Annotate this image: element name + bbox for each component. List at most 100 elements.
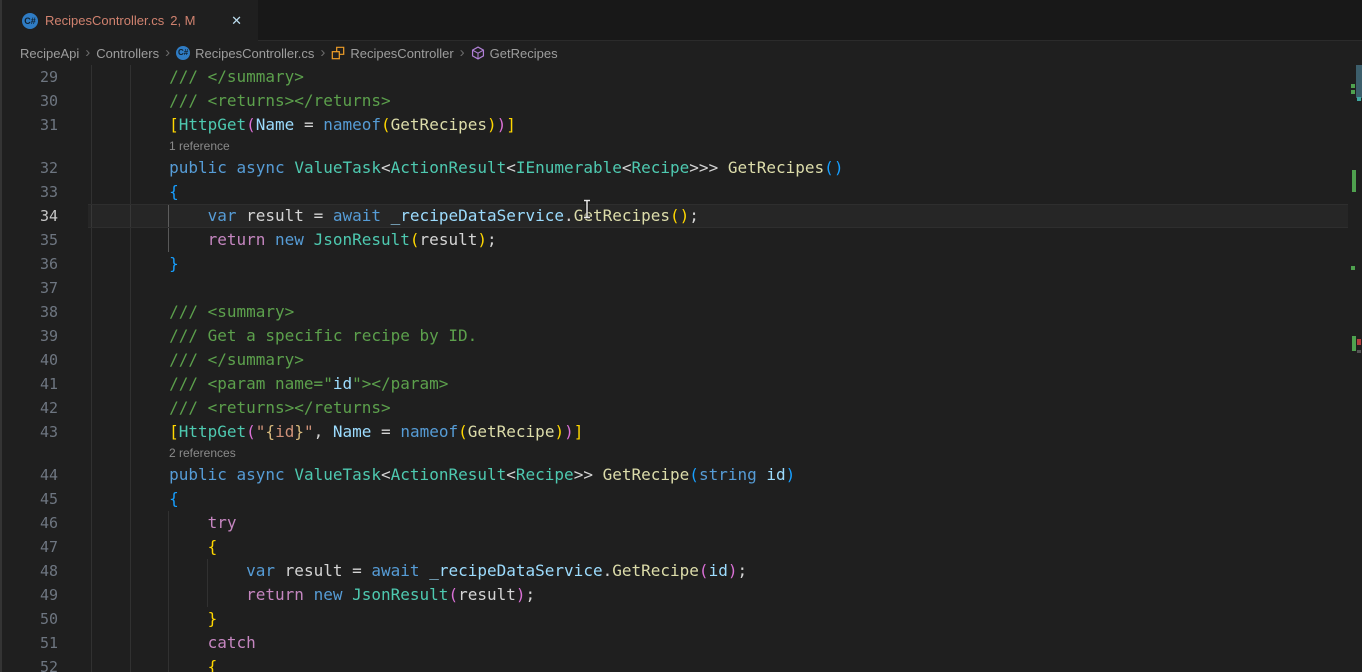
code-line[interactable]: 50 } [0,607,1348,631]
code-text[interactable]: /// <returns></returns> [92,89,391,113]
breadcrumb-file-label: RecipesController.cs [195,46,314,61]
line-number[interactable]: 49 [0,583,58,607]
line-number[interactable]: 46 [0,511,58,535]
csharp-file-icon: C# [22,13,38,29]
code-text[interactable]: public async ValueTask<ActionResult<IEnu… [92,156,843,180]
code-text[interactable]: { [92,535,217,559]
chevron-right-icon: › [165,44,170,61]
code-line[interactable]: 40 /// </summary> [0,348,1348,372]
editor[interactable]: 29 /// </summary>30 /// <returns></retur… [0,65,1362,672]
code-text[interactable]: /// Get a specific recipe by ID. [92,324,477,348]
code-line[interactable]: 35 return new JsonResult(result); [0,228,1348,252]
line-number[interactable]: 51 [0,631,58,655]
breadcrumb-item-class[interactable]: RecipesController [331,46,453,61]
code-text[interactable]: /// <summary> [92,300,294,324]
line-number[interactable]: 42 [0,396,58,420]
code-text[interactable]: [HttpGet(Name = nameof(GetRecipes))] [92,113,516,137]
line-number[interactable]: 38 [0,300,58,324]
csharp-file-icon: C# [176,46,190,60]
code-text[interactable]: { [92,487,179,511]
code-line[interactable]: 49 return new JsonResult(result); [0,583,1348,607]
code-text[interactable]: /// <returns></returns> [92,396,391,420]
code-line[interactable]: 30 /// <returns></returns> [0,89,1348,113]
code-text[interactable]: catch [92,631,256,655]
line-number[interactable]: 45 [0,487,58,511]
line-number[interactable]: 43 [0,420,58,444]
code-line[interactable]: 42 /// <returns></returns> [0,396,1348,420]
code-text[interactable]: /// </summary> [92,65,304,89]
close-icon[interactable]: ✕ [227,11,246,31]
code-line[interactable]: 41 /// <param name="id"></param> [0,372,1348,396]
line-number[interactable]: 36 [0,252,58,276]
line-number[interactable]: 50 [0,607,58,631]
code-text[interactable]: } [92,252,179,276]
code-line[interactable]: 46 try [0,511,1348,535]
line-number[interactable]: 41 [0,372,58,396]
line-number[interactable]: 33 [0,180,58,204]
code-line[interactable]: 36 } [0,252,1348,276]
code-line[interactable]: 29 /// </summary> [0,65,1348,89]
line-number[interactable]: 37 [0,276,58,300]
breadcrumb-item-recipeapi[interactable]: RecipeApi [20,46,79,61]
code-text[interactable]: return new JsonResult(result); [92,228,497,252]
line-number[interactable]: 32 [0,156,58,180]
code-line[interactable]: 43 [HttpGet("{id}", Name = nameof(GetRec… [0,420,1348,444]
line-number[interactable]: 48 [0,559,58,583]
breadcrumb-class-label: RecipesController [350,46,453,61]
code-line[interactable]: 32 public async ValueTask<ActionResult<I… [0,156,1348,180]
tab-bar: C# RecipesController.cs 2, M ✕ [0,0,1362,41]
line-number[interactable]: 35 [0,228,58,252]
code-line[interactable]: 37 [0,276,1348,300]
code-text[interactable]: /// </summary> [92,348,304,372]
code-line[interactable]: 34 var result = await _recipeDataService… [0,204,1348,228]
change-mark [1351,84,1355,88]
code-line[interactable]: 48 var result = await _recipeDataService… [0,559,1348,583]
line-number[interactable]: 47 [0,535,58,559]
window-left-edge [0,0,2,672]
code-line[interactable]: 39 /// Get a specific recipe by ID. [0,324,1348,348]
line-number[interactable]: 29 [0,65,58,89]
breadcrumb-item-file[interactable]: C# RecipesController.cs [176,46,314,61]
cursor-mark [1357,97,1361,101]
breadcrumb-item-method[interactable]: GetRecipes [471,46,558,61]
code-line[interactable]: 31 [HttpGet(Name = nameof(GetRecipes))] [0,113,1348,137]
line-number[interactable]: 30 [0,89,58,113]
line-number[interactable]: 39 [0,324,58,348]
breadcrumb: RecipeApi › Controllers › C# RecipesCont… [0,41,1362,65]
code-text[interactable]: try [92,511,237,535]
tab-status-badge: 2, M [170,13,195,28]
line-number[interactable]: 31 [0,113,58,137]
code-line[interactable]: 45 { [0,487,1348,511]
code-text[interactable]: } [92,607,217,631]
change-mark [1351,90,1355,94]
code-text[interactable]: { [92,655,217,672]
code-line[interactable]: 52 { [0,655,1348,672]
code-text[interactable]: var result = await _recipeDataService.Ge… [92,559,747,583]
line-number[interactable]: 34 [0,204,58,228]
code-line[interactable]: 44 public async ValueTask<ActionResult<R… [0,463,1348,487]
line-number[interactable]: 44 [0,463,58,487]
code-text[interactable]: [HttpGet("{id}", Name = nameof(GetRecipe… [92,420,583,444]
method-symbol-icon [471,46,485,60]
tab-recipescontroller[interactable]: C# RecipesController.cs 2, M ✕ [0,0,258,41]
code-line[interactable]: 33 { [0,180,1348,204]
info-mark [1357,350,1361,353]
breadcrumb-item-controllers[interactable]: Controllers [96,46,159,61]
class-symbol-icon [331,46,345,60]
vscode-window: C# RecipesController.cs 2, M ✕ RecipeApi… [0,0,1362,672]
code-text[interactable]: var result = await _recipeDataService.Ge… [92,204,699,228]
scrollbar-thumb[interactable] [1356,65,1362,98]
codelens-references[interactable]: 1 reference [0,137,1348,156]
code-line[interactable]: 47 { [0,535,1348,559]
codelens-references[interactable]: 2 references [0,444,1348,463]
code-text[interactable]: { [92,180,179,204]
line-number[interactable]: 52 [0,655,58,672]
code-line[interactable]: 38 /// <summary> [0,300,1348,324]
change-mark [1351,266,1355,270]
error-mark [1357,339,1361,345]
code-line[interactable]: 51 catch [0,631,1348,655]
code-text[interactable]: /// <param name="id"></param> [92,372,448,396]
line-number[interactable]: 40 [0,348,58,372]
code-text[interactable]: public async ValueTask<ActionResult<Reci… [92,463,795,487]
code-text[interactable]: return new JsonResult(result); [92,583,535,607]
